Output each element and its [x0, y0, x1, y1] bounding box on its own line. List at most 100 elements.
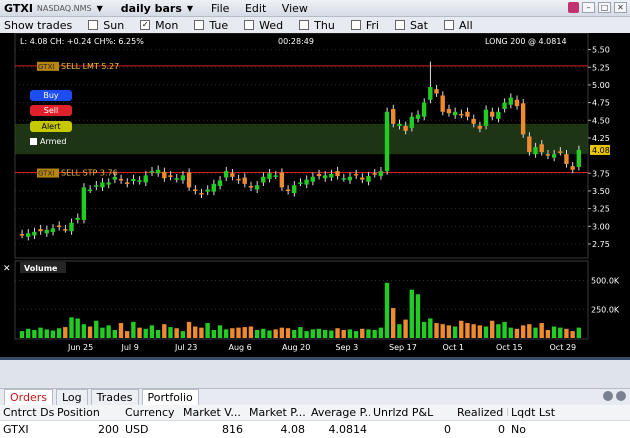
symbol-field[interactable]: GTXI	[4, 2, 33, 15]
column-header[interactable]: Realized P...	[454, 406, 508, 419]
symbol-dropdown-icon[interactable]: ▼	[97, 4, 103, 13]
candle-body	[32, 231, 37, 236]
checkbox[interactable]: ✓	[140, 20, 151, 30]
candle-body	[149, 171, 155, 173]
menu-view[interactable]: View	[282, 2, 308, 15]
column-header[interactable]: Currency	[122, 406, 180, 419]
bar-mode-selector[interactable]: daily bars	[121, 2, 182, 15]
price-tick-label: 5.25	[592, 63, 610, 72]
candle-body	[106, 182, 111, 185]
volume-bar	[25, 328, 31, 338]
link-color-icon[interactable]	[568, 2, 579, 13]
volume-bar	[545, 329, 551, 338]
volume-bar	[440, 324, 445, 338]
volume-bar	[217, 325, 223, 338]
volume-bar	[514, 328, 520, 338]
day-option-mon[interactable]: ✓ Mon	[140, 19, 178, 32]
checkbox[interactable]	[244, 20, 255, 30]
candle-body	[56, 225, 62, 228]
candle-body	[489, 111, 495, 117]
tab-trades[interactable]: Trades	[90, 389, 139, 405]
day-checkboxes: Sun ✓ Mon Tue Wed Thu Fri Sat All	[88, 19, 488, 32]
candle-body	[211, 183, 216, 192]
checkbox[interactable]	[299, 20, 310, 30]
date-tick-label: Sep 17	[389, 343, 417, 352]
price-tick-label: 5.50	[592, 46, 610, 55]
day-option-tue[interactable]: Tue	[194, 19, 228, 32]
candle-body	[279, 172, 285, 188]
candle-body	[322, 175, 328, 179]
table-row[interactable]: GTXI 200 USD 816 4.08 4.0814 0 0 No	[0, 421, 630, 437]
volume-bar	[428, 318, 433, 338]
close-button[interactable]: ✕	[614, 2, 627, 13]
volume-bar	[551, 326, 557, 338]
volume-bar	[19, 331, 25, 338]
candle-body	[360, 177, 365, 180]
panel-close-icon[interactable]	[616, 391, 626, 401]
column-header[interactable]: Position	[54, 406, 122, 419]
column-header[interactable]: Market V...	[180, 406, 246, 419]
checkbox[interactable]	[194, 20, 205, 30]
volume-bar	[162, 324, 167, 338]
date-tick-label: Sep 3	[336, 343, 359, 352]
day-option-thu[interactable]: Thu	[299, 19, 335, 32]
sell-button[interactable]: Sell	[30, 105, 72, 116]
day-option-all[interactable]: All	[443, 19, 473, 32]
checkbox[interactable]	[350, 20, 361, 30]
column-header[interactable]: Average P...	[308, 406, 370, 419]
column-header[interactable]: Cntrct Dscrptn	[0, 406, 54, 419]
menu-file[interactable]: File	[211, 2, 229, 15]
volume-bar	[174, 328, 179, 338]
table-cell: 4.0814	[328, 422, 368, 436]
candle-body	[564, 154, 569, 165]
checkbox[interactable]	[443, 20, 454, 30]
candle-body	[527, 136, 532, 153]
table-cell: 200	[98, 422, 119, 436]
candle-body	[446, 108, 452, 114]
tab-orders[interactable]: Orders	[4, 389, 53, 405]
checkbox[interactable]	[394, 20, 405, 30]
alert-button[interactable]: Alert	[30, 121, 72, 132]
volume-bar	[63, 327, 68, 338]
price-tick-label: 3.25	[592, 205, 610, 214]
volume-bar	[391, 308, 396, 338]
candle-body	[347, 176, 353, 181]
price-tick-label: 4.75	[592, 99, 610, 108]
tab-log[interactable]: Log	[56, 389, 88, 405]
volume-bar	[322, 329, 328, 338]
volume-bar	[186, 321, 192, 338]
candle-body	[353, 173, 359, 176]
bar-mode-dropdown-icon[interactable]: ▼	[187, 4, 193, 13]
maximize-button[interactable]: □	[598, 2, 611, 13]
candle-body	[452, 111, 458, 116]
column-header[interactable]: Unrlzd P&L	[370, 406, 454, 419]
volume-bar	[267, 330, 272, 338]
date-tick-label: Oct 29	[550, 343, 577, 352]
buy-button[interactable]: Buy	[30, 90, 72, 101]
armed-checkbox[interactable]: Armed	[30, 137, 66, 146]
tab-portfolio[interactable]: Portfolio	[141, 389, 199, 405]
candle-body	[502, 102, 507, 109]
candle-body	[143, 175, 148, 183]
table-cell: 0	[444, 422, 451, 436]
chart-canvas[interactable]: L: 4.08 CH: +0.24 CH%: 6.25% 00:28:49 LONG…	[0, 33, 630, 360]
volume-bar	[44, 329, 49, 338]
checkbox[interactable]	[88, 20, 99, 30]
volume-bar	[50, 330, 56, 338]
day-option-sun[interactable]: Sun	[88, 19, 124, 32]
candle-body	[539, 144, 544, 153]
minimize-button[interactable]: –	[582, 2, 595, 13]
armed-checkbox-box[interactable]	[30, 138, 37, 145]
sell-limit-label: SELL LMT 5.27	[61, 62, 119, 71]
menu-edit[interactable]: Edit	[245, 2, 266, 15]
day-option-sat[interactable]: Sat	[394, 19, 428, 32]
candle-body	[199, 193, 204, 195]
column-header[interactable]: Lqdt Lst	[508, 406, 578, 419]
price-chart[interactable]: L: 4.08 CH: +0.24 CH%: 6.25% 00:28:49 LONG…	[0, 33, 630, 360]
panel-config-icon[interactable]	[603, 391, 613, 401]
volume-bar	[378, 327, 384, 338]
day-option-fri[interactable]: Fri	[350, 19, 379, 32]
candle-body	[372, 173, 377, 175]
column-header[interactable]: Market P...	[246, 406, 308, 419]
day-option-wed[interactable]: Wed	[244, 19, 283, 32]
